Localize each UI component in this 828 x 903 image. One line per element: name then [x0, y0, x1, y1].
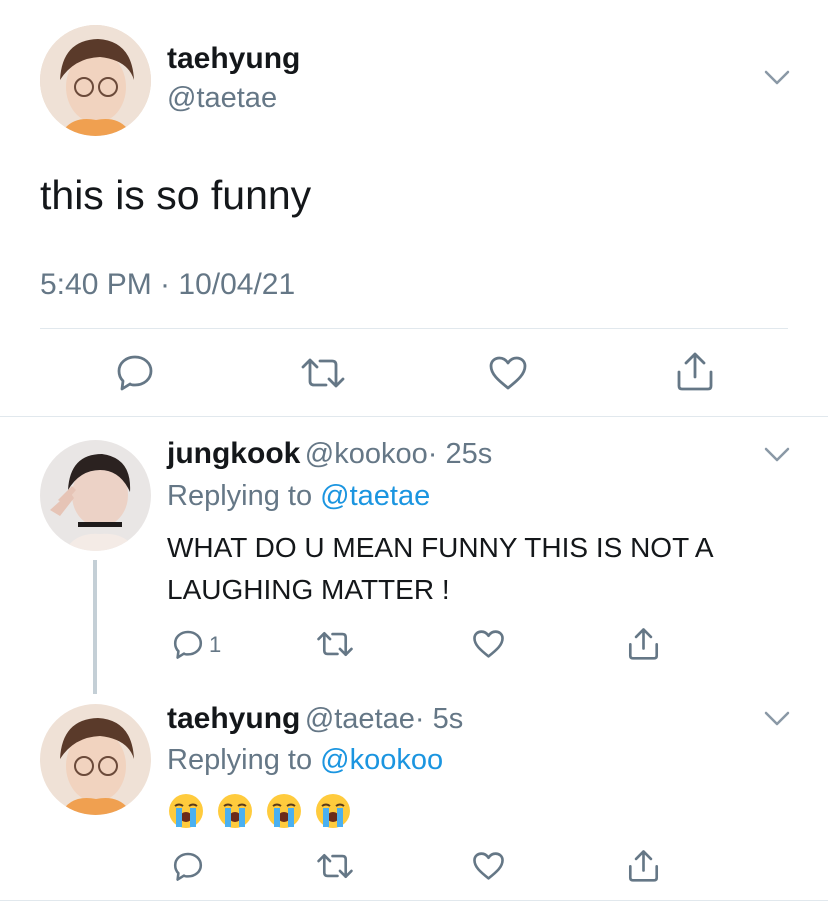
reply1-replying-line: Replying to @taetae — [167, 480, 430, 513]
reply2-header: taehyung @taetae· 5s — [167, 702, 463, 736]
replying-to-mention[interactable]: @taetae — [320, 480, 430, 512]
loudly-crying-face-emoji — [267, 794, 301, 828]
main-tweet-timestamp[interactable]: 5:40 PM · 10/04/21 — [40, 268, 295, 302]
reply-icon[interactable] — [172, 628, 204, 660]
reply1-author-handle[interactable]: @kookoo — [305, 438, 428, 470]
share-icon[interactable] — [675, 350, 715, 392]
retweet-icon[interactable] — [300, 356, 346, 390]
reply1-text-line1: WHAT DO U MEAN FUNNY THIS IS NOT A — [167, 532, 714, 563]
replying-to-label: Replying to — [167, 744, 313, 776]
reply2-replying-line: Replying to @kookoo — [167, 744, 443, 777]
like-icon[interactable] — [488, 355, 528, 391]
main-author-handle[interactable]: @taetae — [167, 82, 277, 115]
reply2-author-handle[interactable]: @taetae — [305, 703, 415, 735]
main-tweet-divider — [40, 328, 788, 329]
like-icon[interactable] — [472, 629, 505, 659]
loudly-crying-face-emoji — [169, 794, 203, 828]
retweet-icon[interactable] — [316, 630, 354, 658]
reply1-time[interactable]: · 25s — [428, 438, 492, 470]
chevron-down-icon[interactable] — [764, 70, 790, 86]
reply1-author-avatar[interactable] — [40, 440, 151, 551]
reply1-reply-count: 1 — [209, 632, 222, 657]
reply2-author-avatar[interactable] — [40, 704, 151, 815]
reply1-author-name[interactable]: jungkook — [167, 437, 300, 470]
reply1-text-line2: LAUGHING MATTER ! — [167, 574, 450, 605]
thread-connector-line — [93, 560, 97, 694]
main-tweet-text: this is so funny — [40, 172, 312, 218]
section-divider — [0, 416, 828, 417]
like-icon[interactable] — [472, 851, 505, 881]
share-icon[interactable] — [627, 848, 660, 883]
reply1-header: jungkook @kookoo· 25s — [167, 437, 492, 471]
reply2-author-name[interactable]: taehyung — [167, 702, 300, 735]
replying-to-label: Replying to — [167, 480, 313, 512]
loudly-crying-face-emoji — [218, 794, 252, 828]
chevron-down-icon[interactable] — [764, 711, 790, 727]
reply2-emoji-row — [167, 792, 357, 830]
chevron-down-icon[interactable] — [764, 447, 790, 463]
replying-to-mention[interactable]: @kookoo — [320, 744, 443, 776]
reply-icon[interactable] — [172, 850, 204, 882]
loudly-crying-face-emoji — [316, 794, 350, 828]
reply-icon[interactable] — [115, 352, 155, 392]
share-icon[interactable] — [627, 626, 660, 661]
reply2-time[interactable]: · 5s — [415, 703, 463, 735]
bottom-divider — [0, 900, 828, 901]
retweet-icon[interactable] — [316, 852, 354, 880]
main-author-name[interactable]: taehyung — [167, 42, 300, 76]
main-author-avatar[interactable] — [40, 25, 151, 136]
